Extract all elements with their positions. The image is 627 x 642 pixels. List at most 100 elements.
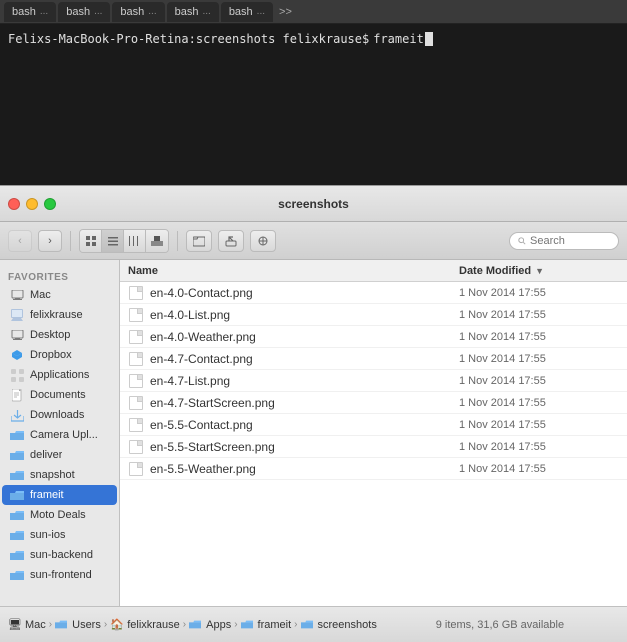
finder-titlebar: screenshots bbox=[0, 186, 627, 222]
path-folder-icon bbox=[301, 619, 313, 630]
back-button[interactable]: ‹ bbox=[8, 230, 32, 252]
file-name: en-5.5-StartScreen.png bbox=[150, 440, 459, 454]
sidebar-item-moto-deals[interactable]: Moto Deals bbox=[2, 505, 117, 525]
downloads-icon bbox=[10, 408, 24, 422]
sidebar: Favorites Mac felixkrause Desktop Dropbo… bbox=[0, 260, 120, 606]
file-name: en-4.0-List.png bbox=[150, 308, 459, 322]
path-item-users[interactable]: Users bbox=[55, 618, 101, 632]
sidebar-item-downloads[interactable]: Downloads bbox=[2, 405, 117, 425]
file-list-header: Name Date Modified ▼ bbox=[120, 260, 627, 282]
sidebar-item-documents[interactable]: Documents bbox=[2, 385, 117, 405]
sun-ios-icon bbox=[10, 528, 24, 542]
sidebar-item-snapshot[interactable]: snapshot bbox=[2, 465, 117, 485]
file-date: 1 Nov 2014 17:55 bbox=[459, 331, 619, 343]
file-date: 1 Nov 2014 17:55 bbox=[459, 463, 619, 475]
sidebar-item-sun-ios[interactable]: sun-ios bbox=[2, 525, 117, 545]
file-row[interactable]: en-4.7-Contact.png 1 Nov 2014 17:55 bbox=[120, 348, 627, 370]
sidebar-item-felixkrause[interactable]: felixkrause bbox=[2, 305, 117, 325]
window-controls bbox=[8, 198, 56, 210]
col-date-header: Date Modified ▼ bbox=[459, 265, 619, 277]
close-button[interactable] bbox=[8, 198, 20, 210]
file-name: en-4.0-Contact.png bbox=[150, 286, 459, 300]
file-date: 1 Nov 2014 17:55 bbox=[459, 375, 619, 387]
sidebar-item-desktop[interactable]: Desktop bbox=[2, 325, 117, 345]
terminal-tab-bar: bash ... bash ... bash ... bash ... bash… bbox=[0, 0, 627, 24]
maximize-button[interactable] bbox=[44, 198, 56, 210]
path-item-mac[interactable]: 🖥 Mac bbox=[8, 618, 46, 632]
share-button[interactable] bbox=[218, 230, 244, 252]
path-item-apps[interactable]: Apps bbox=[189, 618, 231, 632]
file-row[interactable]: en-5.5-StartScreen.png 1 Nov 2014 17:55 bbox=[120, 436, 627, 458]
dropbox-icon bbox=[10, 348, 24, 362]
new-folder-button[interactable] bbox=[186, 230, 212, 252]
terminal-tab-5[interactable]: bash ... bbox=[221, 2, 273, 22]
deliver-icon bbox=[10, 448, 24, 462]
file-list: en-4.0-Contact.png 1 Nov 2014 17:55 en-4… bbox=[120, 282, 627, 606]
cover-flow-button[interactable] bbox=[146, 230, 168, 252]
sidebar-item-dropbox[interactable]: Dropbox bbox=[2, 345, 117, 365]
file-row[interactable]: en-4.7-StartScreen.png 1 Nov 2014 17:55 bbox=[120, 392, 627, 414]
file-icon bbox=[128, 329, 144, 345]
finder-body: Favorites Mac felixkrause Desktop Dropbo… bbox=[0, 260, 627, 606]
column-view-button[interactable] bbox=[124, 230, 146, 252]
action-button[interactable] bbox=[250, 230, 276, 252]
file-icon bbox=[128, 439, 144, 455]
terminal-tab-3[interactable]: bash ... bbox=[112, 2, 164, 22]
path-separator: › bbox=[49, 619, 52, 630]
search-icon bbox=[518, 236, 526, 246]
path-item-screenshots[interactable]: screenshots bbox=[301, 618, 377, 632]
path-label: Users bbox=[72, 619, 101, 631]
file-icon bbox=[128, 351, 144, 367]
sun-backend-icon bbox=[10, 548, 24, 562]
sidebar-item-frameit[interactable]: frameit bbox=[2, 485, 117, 505]
sidebar-item-deliver[interactable]: deliver bbox=[2, 445, 117, 465]
sidebar-item-sun-frontend[interactable]: sun-frontend bbox=[2, 565, 117, 585]
main-content: Name Date Modified ▼ en-4.0-Contact.png … bbox=[120, 260, 627, 606]
file-icon bbox=[128, 307, 144, 323]
moto-deals-icon bbox=[10, 508, 24, 522]
status-count: 9 items, 31,6 GB available bbox=[381, 619, 619, 631]
finder-window: screenshots ‹ › bbox=[0, 185, 627, 642]
file-name: en-4.0-Weather.png bbox=[150, 330, 459, 344]
file-row[interactable]: en-5.5-Contact.png 1 Nov 2014 17:55 bbox=[120, 414, 627, 436]
file-name: en-4.7-List.png bbox=[150, 374, 459, 388]
file-name: en-4.7-Contact.png bbox=[150, 352, 459, 366]
sidebar-item-applications[interactable]: Applications bbox=[2, 365, 117, 385]
terminal-tab-1[interactable]: bash ... bbox=[4, 2, 56, 22]
sidebar-item-sun-backend[interactable]: sun-backend bbox=[2, 545, 117, 565]
path-item-frameit[interactable]: frameit bbox=[241, 618, 292, 632]
sidebar-item-camera-upl[interactable]: Camera Upl... bbox=[2, 425, 117, 445]
path-item-felixkrause[interactable]: 🏠 felixkrause bbox=[110, 618, 180, 632]
file-date: 1 Nov 2014 17:55 bbox=[459, 309, 619, 321]
toolbar-separator-1 bbox=[70, 231, 71, 251]
desktop-icon bbox=[10, 328, 24, 342]
minimize-button[interactable] bbox=[26, 198, 38, 210]
path-label: Apps bbox=[206, 619, 231, 631]
search-input[interactable] bbox=[530, 235, 610, 247]
file-row[interactable]: en-4.0-Contact.png 1 Nov 2014 17:55 bbox=[120, 282, 627, 304]
terminal-tab-4[interactable]: bash ... bbox=[167, 2, 219, 22]
terminal-tab-2[interactable]: bash ... bbox=[58, 2, 110, 22]
sidebar-item-mac[interactable]: Mac bbox=[2, 285, 117, 305]
file-row[interactable]: en-5.5-Weather.png 1 Nov 2014 17:55 bbox=[120, 458, 627, 480]
file-row[interactable]: en-4.0-List.png 1 Nov 2014 17:55 bbox=[120, 304, 627, 326]
file-row[interactable]: en-4.7-List.png 1 Nov 2014 17:55 bbox=[120, 370, 627, 392]
file-date: 1 Nov 2014 17:55 bbox=[459, 419, 619, 431]
forward-button[interactable]: › bbox=[38, 230, 62, 252]
search-box bbox=[509, 232, 619, 250]
file-date: 1 Nov 2014 17:55 bbox=[459, 287, 619, 299]
camera-upl-icon bbox=[10, 428, 24, 442]
file-row[interactable]: en-4.0-Weather.png 1 Nov 2014 17:55 bbox=[120, 326, 627, 348]
path-label: Mac bbox=[25, 619, 46, 631]
path-separator: › bbox=[183, 619, 186, 630]
felixkrause-icon bbox=[10, 308, 24, 322]
terminal-tab-more[interactable]: >> bbox=[279, 6, 292, 18]
terminal-content: Felixs-MacBook-Pro-Retina:screenshots fe… bbox=[0, 24, 627, 54]
list-view-button[interactable] bbox=[102, 230, 124, 252]
path-mac-icon: 🖥 bbox=[8, 618, 22, 631]
icon-view-button[interactable] bbox=[80, 230, 102, 252]
view-buttons bbox=[79, 229, 169, 253]
sun-frontend-icon bbox=[10, 568, 24, 582]
applications-icon bbox=[10, 368, 24, 382]
toolbar-separator-2 bbox=[177, 231, 178, 251]
